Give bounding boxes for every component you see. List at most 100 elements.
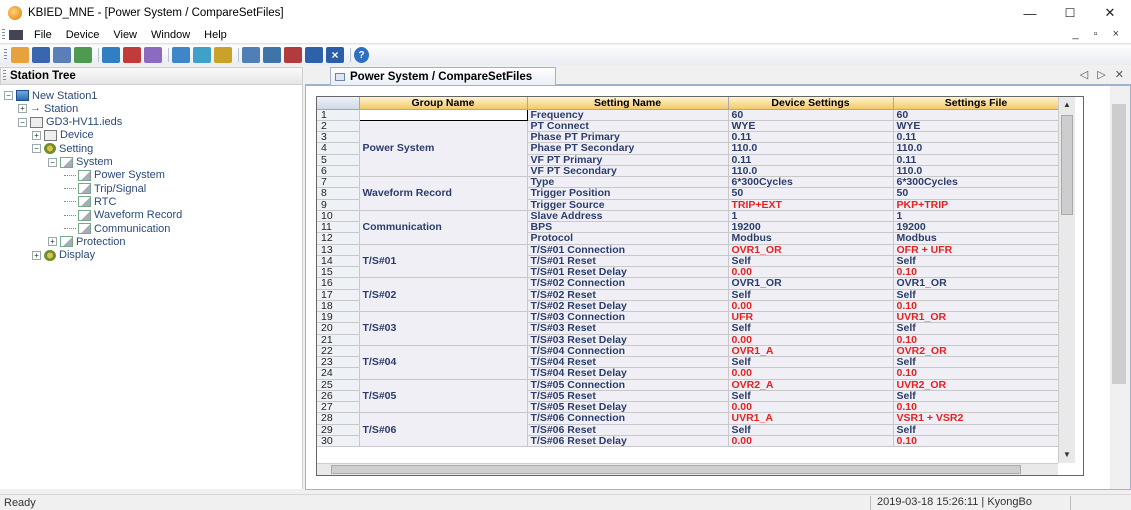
row-number[interactable]: 6	[317, 165, 360, 178]
device-settings-cell[interactable]: UFR	[728, 311, 894, 324]
window-icon[interactable]	[305, 47, 323, 63]
row-number[interactable]: 1	[317, 109, 360, 121]
row-number[interactable]: 14	[317, 255, 360, 268]
settings-file-cell[interactable]: PKP+TRIP	[893, 199, 1060, 211]
expand-toggle-icon[interactable]: +	[32, 130, 41, 140]
settings-file-cell[interactable]: 0.10	[893, 435, 1060, 448]
setting-name-cell[interactable]: T/S#03 Reset Delay	[527, 334, 729, 346]
row-number[interactable]: 27	[317, 401, 360, 414]
grid-hscroll-thumb[interactable]	[331, 465, 1021, 474]
row-number[interactable]: 24	[317, 367, 360, 380]
settings-file-cell[interactable]: 50	[893, 187, 1060, 200]
setting-name-cell[interactable]: Frequency	[527, 109, 729, 121]
device-settings-cell[interactable]: Self	[728, 390, 894, 403]
tree-node[interactable]: Trip/Signal	[64, 182, 146, 195]
settings-file-cell[interactable]: Self	[893, 322, 1060, 335]
settings-file-cell[interactable]: Self	[893, 255, 1060, 268]
grid-horizontal-scrollbar[interactable]	[317, 463, 1058, 475]
setting-name-cell[interactable]: T/S#05 Reset Delay	[527, 401, 729, 414]
table-row[interactable]: 1 Frequency 60 60	[317, 108, 1060, 121]
device-settings-cell[interactable]: OVR1_OR	[728, 277, 894, 290]
table-row[interactable]: 10 Communication Slave Address 1 1	[317, 210, 1060, 245]
corner-header[interactable]	[317, 97, 360, 110]
device-settings-cell[interactable]: 0.00	[728, 334, 894, 346]
settings-file-cell[interactable]: OVR2_OR	[893, 345, 1060, 358]
settings-file-cell[interactable]: 0.10	[893, 334, 1060, 346]
row-number[interactable]: 5	[317, 154, 360, 166]
row-number[interactable]: 9	[317, 199, 360, 211]
setting-name-cell[interactable]: Phase PT Primary	[527, 131, 729, 144]
row-number[interactable]: 18	[317, 300, 360, 313]
row-number[interactable]: 29	[317, 424, 360, 436]
settings-file-cell[interactable]: 19200	[893, 221, 1060, 234]
expand-toggle-icon[interactable]: −	[32, 144, 41, 154]
group-name-cell[interactable]: T/S#06	[359, 412, 528, 447]
grid-vertical-scrollbar[interactable]: ▲ ▼	[1058, 97, 1075, 463]
settings-file-cell[interactable]: Self	[893, 356, 1060, 369]
row-number[interactable]: 20	[317, 322, 360, 335]
upload-icon[interactable]	[102, 47, 120, 63]
table-row[interactable]: 22 T/S#04 T/S#04 Connection OVR1_A OVR2_OR	[317, 345, 1060, 380]
setting-name-cell[interactable]: PT Connect	[527, 120, 729, 133]
device-settings-cell[interactable]: Self	[728, 322, 894, 335]
document-scrollbar[interactable]	[1110, 86, 1130, 489]
waveform-icon[interactable]	[242, 47, 260, 63]
setting-name-cell[interactable]: T/S#05 Connection	[527, 379, 729, 391]
group-name-cell[interactable]: Waveform Record	[359, 176, 528, 211]
tab-nav-controls[interactable]: ◁ ▷ ✕	[1080, 68, 1127, 81]
settings-file-cell[interactable]: Self	[893, 424, 1060, 436]
device-settings-cell[interactable]: 110.0	[728, 142, 894, 155]
device-settings-cell[interactable]: WYE	[728, 120, 894, 133]
device-settings-cell[interactable]: OVR1_A	[728, 345, 894, 358]
row-number[interactable]: 12	[317, 232, 360, 245]
menu-view[interactable]: View	[106, 29, 144, 41]
menu-help[interactable]: Help	[197, 29, 234, 41]
col-header-group[interactable]: Group Name	[359, 97, 528, 110]
expand-toggle-icon[interactable]: −	[4, 91, 13, 100]
row-number[interactable]: 3	[317, 131, 360, 144]
setting-name-cell[interactable]: T/S#06 Reset	[527, 424, 729, 436]
device-settings-cell[interactable]: 0.00	[728, 266, 894, 279]
settings-file-cell[interactable]: 6*300Cycles	[893, 176, 1060, 189]
group-name-cell[interactable]: T/S#04	[359, 345, 528, 380]
group-name-cell[interactable]	[358, 108, 528, 121]
menu-file[interactable]: File	[27, 29, 59, 41]
device-settings-cell[interactable]: 0.00	[728, 401, 894, 414]
system-menu-icon[interactable]	[9, 29, 23, 40]
setting-name-cell[interactable]: T/S#01 Reset	[527, 255, 729, 268]
setting-name-cell[interactable]: Protocol	[527, 232, 729, 245]
scroll-up-icon[interactable]: ▲	[1061, 99, 1073, 111]
device-settings-cell[interactable]: UVR1_A	[728, 412, 894, 425]
expand-toggle-icon[interactable]: +	[48, 237, 57, 247]
maximize-button[interactable]: ☐	[1050, 0, 1090, 26]
table-row[interactable]: 19 T/S#03 T/S#03 Connection UFR UVR1_OR	[317, 311, 1060, 346]
help-icon[interactable]: ?	[354, 47, 369, 63]
table-row[interactable]: 13 T/S#01 T/S#01 Connection OVR1_OR OFR + UF…	[317, 244, 1060, 279]
download-icon[interactable]	[123, 47, 141, 63]
tree-node[interactable]: − GD3-HV11.ieds	[18, 116, 122, 129]
row-number[interactable]: 11	[317, 221, 360, 234]
chart-icon[interactable]	[263, 47, 281, 63]
expand-toggle-icon[interactable]: −	[48, 157, 57, 167]
menu-window[interactable]: Window	[144, 29, 197, 41]
row-number[interactable]: 13	[317, 244, 360, 256]
device-settings-cell[interactable]: OVR1_OR	[728, 244, 894, 256]
setting-name-cell[interactable]: Trigger Position	[527, 187, 729, 200]
device-settings-cell[interactable]: 0.11	[728, 154, 894, 166]
device-settings-cell[interactable]: 1	[728, 210, 894, 223]
row-number[interactable]: 7	[317, 176, 360, 189]
group-name-cell[interactable]: T/S#05	[359, 379, 528, 414]
setting-name-cell[interactable]: T/S#01 Reset Delay	[527, 266, 729, 279]
settings-file-cell[interactable]: UVR1_OR	[893, 311, 1060, 324]
tree-node[interactable]: − System	[48, 156, 113, 169]
group-name-cell[interactable]: Power System	[359, 120, 528, 178]
row-number[interactable]: 30	[317, 435, 360, 448]
settings-file-cell[interactable]: Modbus	[893, 232, 1060, 245]
setting-name-cell[interactable]: T/S#01 Connection	[527, 244, 729, 256]
device-settings-cell[interactable]: Self	[728, 255, 894, 268]
device-icon[interactable]	[74, 47, 92, 63]
row-number[interactable]: 15	[317, 266, 360, 279]
tree-node[interactable]: + Protection	[48, 235, 126, 248]
device-settings-cell[interactable]: 19200	[728, 221, 894, 234]
row-number[interactable]: 19	[317, 311, 360, 324]
